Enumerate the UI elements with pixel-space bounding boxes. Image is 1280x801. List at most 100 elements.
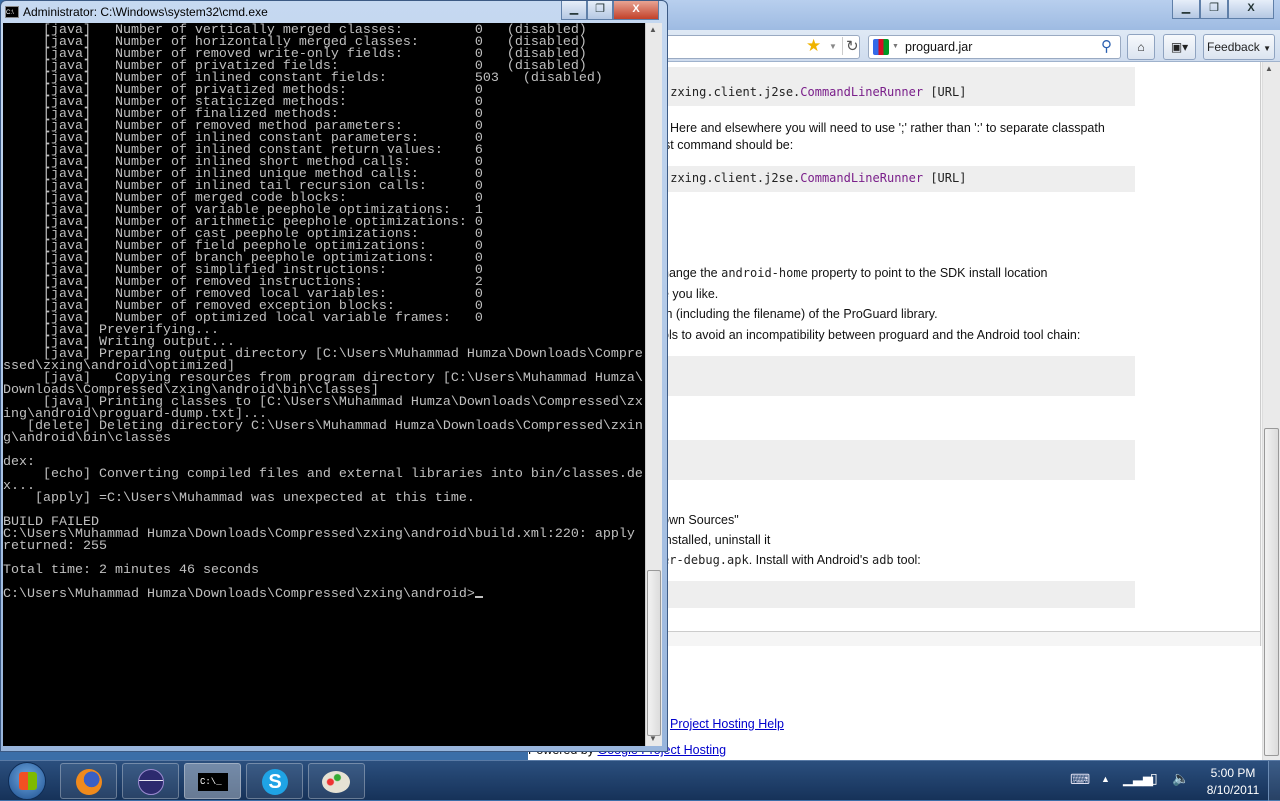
eclipse-icon: [138, 769, 164, 795]
paint-icon: [322, 771, 350, 793]
cmd-scrollbar[interactable]: ▲ ▼: [645, 23, 662, 746]
history-dropdown-icon[interactable]: ▼: [829, 42, 837, 51]
feedback-button[interactable]: Feedback ▼: [1203, 34, 1275, 60]
search-magnifier-icon[interactable]: ⚲: [1101, 37, 1112, 55]
console-line: g\android\bin\classes: [3, 431, 171, 446]
maximize-button[interactable]: ❐: [1200, 0, 1228, 19]
clock-date: 8/10/2011: [1206, 783, 1260, 797]
console-line: [apply] =C:\Users\Muhammad was unexpecte…: [3, 491, 475, 506]
cmd-icon: C:\_: [198, 773, 228, 791]
scrollbar-thumb[interactable]: [647, 570, 661, 736]
code-block: .zxing.client.j2se.CommandLineRunner [UR…: [660, 166, 1135, 192]
text: . Install with Android's: [748, 553, 872, 567]
firefox-window: ▼ ▁ ❐ X ★ ▼ ↻ ▼ proguard.jar ⚲ ⌂ ▣▾ Feed…: [528, 0, 1280, 760]
scroll-up-icon[interactable]: ▲: [649, 25, 657, 34]
clock-time: 5:00 PM: [1210, 766, 1256, 780]
taskbar-cmd[interactable]: C:\_: [184, 763, 241, 799]
scroll-down-icon[interactable]: ▼: [649, 734, 657, 743]
taskbar: C:\_ S ⌨ ▲ ▁▃▅ ▯ 🔈 5:00 PM 8/10/2011: [0, 760, 1280, 801]
search-input[interactable]: ▼ proguard.jar ⚲: [868, 35, 1121, 59]
scroll-up-icon[interactable]: ▲: [1265, 64, 1273, 73]
cmd-icon: C:\: [5, 6, 19, 18]
search-value: proguard.jar: [905, 40, 973, 54]
code-block: [660, 356, 1135, 396]
code-line: .zxing.client.j2se.CommandLineRunner [UR…: [663, 171, 966, 185]
cmd-maximize-button[interactable]: ❐: [587, 1, 613, 20]
cmd-minimize-button[interactable]: ▁: [561, 1, 587, 20]
stat-value: 0: [474, 311, 483, 326]
bookmarks-button[interactable]: ▣▾: [1163, 34, 1196, 60]
text: tool:: [893, 553, 921, 567]
list-item: own Sources": [662, 513, 739, 527]
network-signal-icon[interactable]: ▁▃▅: [1123, 771, 1153, 787]
console-prompt-line: C:\Users\Muhammad Humza\Downloads\Compre…: [3, 587, 645, 602]
list-item: th (including the filename) of the ProGu…: [662, 307, 938, 321]
bookmark-star-icon[interactable]: ★: [806, 36, 821, 56]
cmd-close-button[interactable]: X: [613, 1, 659, 20]
code-block: [660, 440, 1135, 480]
code-block: [660, 581, 1135, 608]
volume-icon[interactable]: 🔈: [1172, 770, 1189, 787]
start-button[interactable]: [8, 762, 46, 800]
firefox-icon: [76, 769, 102, 795]
code-class-name: CommandLineRunner: [800, 171, 924, 185]
cmd-window: C:\ Administrator: C:\Windows\system32\c…: [0, 0, 668, 752]
stat-label: optimized local variable frames:: [194, 311, 451, 326]
google-icon[interactable]: [873, 39, 889, 55]
page-content-footer-strip: [660, 631, 1260, 646]
console-prompt: C:\Users\Muhammad Humza\Downloads\Compre…: [3, 587, 475, 602]
taskbar-eclipse[interactable]: [122, 763, 179, 799]
power-icon[interactable]: ▯: [1150, 770, 1158, 787]
console-lines: [java] Number of vertically merged classe…: [3, 23, 645, 601]
search-engine-dropdown-icon[interactable]: ▼: [892, 43, 899, 50]
list-item: e you like.: [662, 287, 719, 301]
console-output[interactable]: [java] Number of vertically merged classe…: [3, 23, 645, 746]
console-line: returned: 255: [3, 539, 107, 554]
windows-logo-icon: [19, 772, 37, 790]
clock[interactable]: 5:00 PM 8/10/2011: [1200, 765, 1266, 799]
reload-icon[interactable]: ↻: [842, 37, 859, 55]
skype-icon: S: [262, 769, 288, 795]
keyboard-icon[interactable]: ⌨: [1070, 771, 1090, 788]
code-line: .zxing.client.j2se.CommandLineRunner [UR…: [663, 85, 966, 99]
feedback-label: Feedback: [1207, 40, 1260, 54]
page-scrollbar[interactable]: ▲: [1262, 62, 1280, 760]
taskbar-firefox[interactable]: [60, 763, 117, 799]
chevron-down-icon: ▼: [1263, 44, 1271, 53]
list-item: hange the android-home property to point…: [662, 266, 1048, 280]
show-hidden-icons-icon[interactable]: ▲: [1101, 774, 1110, 784]
list-item: installed, uninstall it: [662, 533, 771, 547]
code-text: .zxing.client.j2se.: [663, 85, 801, 99]
code-text: [URL]: [923, 171, 967, 185]
console-line: Total time: 2 minutes 46 seconds: [3, 563, 259, 578]
code-class-name: CommandLineRunner: [800, 85, 924, 99]
close-button[interactable]: X: [1228, 0, 1274, 19]
show-desktop-button[interactable]: [1268, 761, 1280, 801]
code-block: .zxing.client.j2se.CommandLineRunner [UR…: [660, 67, 1135, 106]
inline-code: adb: [871, 553, 894, 567]
code-text: .zxing.client.j2se.: [663, 171, 801, 185]
list-item: er-debug.apk. Install with Android's adb…: [662, 553, 921, 567]
minimize-button[interactable]: ▁: [1172, 0, 1200, 19]
home-button[interactable]: ⌂: [1127, 34, 1155, 60]
text: property to point to the SDK install loc…: [807, 266, 1048, 280]
bookmarks-icon: ▣▾: [1170, 40, 1189, 54]
scrollbar-thumb[interactable]: [1264, 428, 1279, 756]
project-hosting-help-link[interactable]: Project Hosting Help: [670, 717, 784, 731]
web-page: .zxing.client.j2se.CommandLineRunner [UR…: [660, 62, 1262, 760]
taskbar-skype[interactable]: S: [246, 763, 303, 799]
stat-note: (disabled): [522, 71, 603, 86]
paragraph-line: st command should be:: [664, 138, 794, 152]
inline-code: er-debug.apk: [662, 553, 749, 567]
paragraph-line: Here and elsewhere you will need to use …: [670, 121, 1105, 135]
list-item: ols to avoid an incompatibility between …: [662, 328, 1081, 342]
cursor-icon: [474, 596, 483, 598]
console-line: [echo] Converting compiled files and ext…: [3, 467, 643, 482]
code-text: [URL]: [923, 85, 967, 99]
taskbar-paint[interactable]: [308, 763, 365, 799]
cmd-title: Administrator: C:\Windows\system32\cmd.e…: [23, 5, 268, 19]
cmd-titlebar[interactable]: C:\ Administrator: C:\Windows\system32\c…: [1, 1, 669, 23]
navigation-toolbar: ★ ▼ ↻ ▼ proguard.jar ⚲ ⌂ ▣▾ Feedback ▼: [560, 30, 1280, 62]
